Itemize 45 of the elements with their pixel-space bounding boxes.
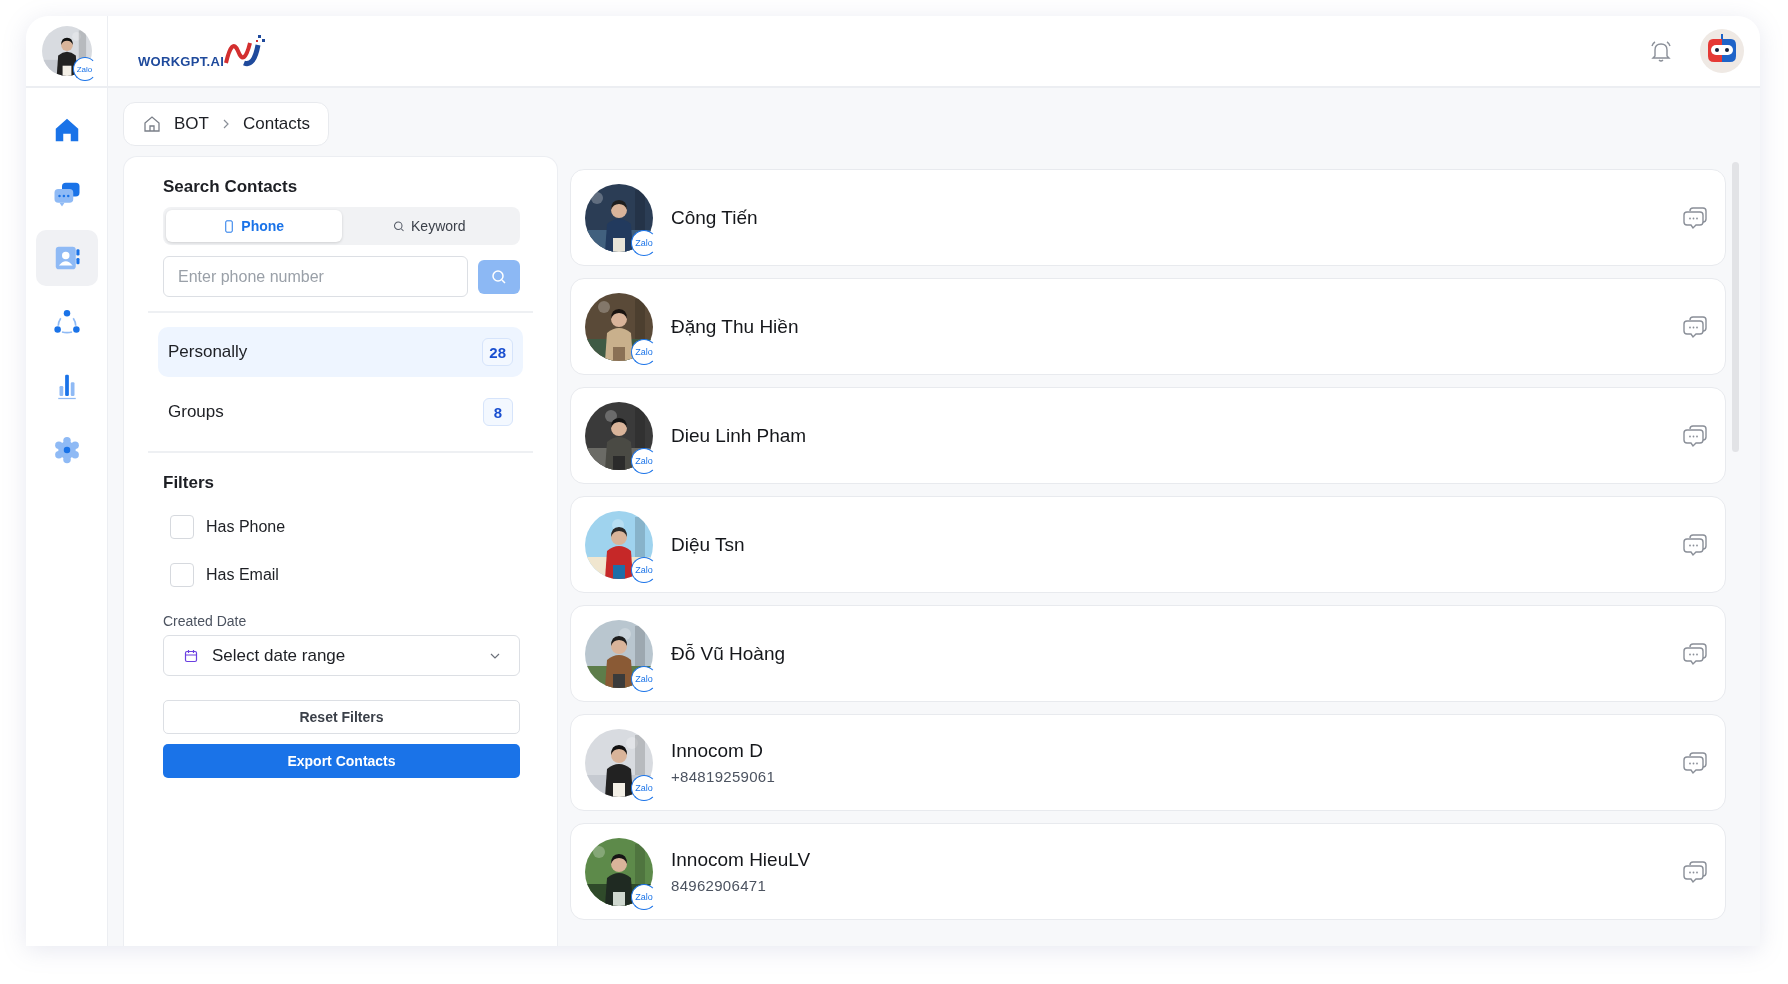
- logo: WORKGPT.AI: [138, 33, 267, 69]
- contact-card[interactable]: Zalo Đỗ Vũ Hoàng: [570, 605, 1726, 702]
- search-icon: [393, 219, 405, 233]
- contact-name: Innocom D: [671, 740, 764, 762]
- search-icon: [491, 269, 507, 285]
- contact-name: Dieu Linh Pham: [671, 424, 808, 447]
- panel-title: Search Contacts: [163, 177, 299, 197]
- contact-card[interactable]: Zalo Diệu Tsn: [570, 496, 1726, 593]
- export-button[interactable]: Export Contacts: [163, 744, 520, 778]
- contact-card[interactable]: Zalo Innocom D +84819259061: [570, 714, 1726, 811]
- date-range-select[interactable]: Select date range: [163, 635, 520, 676]
- checkbox[interactable]: [170, 515, 194, 539]
- contact-card[interactable]: Zalo Dieu Linh Pham: [570, 387, 1726, 484]
- home-icon[interactable]: [142, 114, 162, 134]
- breadcrumb-link[interactable]: Contacts: [242, 114, 311, 134]
- contact-card[interactable]: Zalo Innocom HieuLV 84962906471: [570, 823, 1726, 920]
- contact-phone: 84962906471: [671, 877, 768, 894]
- contact-card[interactable]: Zalo Công Tiến: [570, 169, 1726, 266]
- checkbox-label: Has Phone: [206, 518, 286, 536]
- reset-filters-button[interactable]: Reset Filters: [163, 700, 520, 734]
- robot-avatar-icon[interactable]: [1700, 29, 1744, 73]
- search-tab[interactable]: Keyword: [341, 210, 517, 242]
- contact-name: Công Tiến: [671, 206, 759, 229]
- phone-input[interactable]: Enter phone number: [163, 256, 468, 297]
- breadcrumb-link[interactable]: BOT: [174, 114, 209, 134]
- checkbox-label: Has Email: [206, 566, 279, 584]
- contact-name: Đỗ Vũ Hoàng: [671, 642, 787, 665]
- count-badge: 28: [482, 338, 513, 366]
- phone-icon: [223, 219, 236, 233]
- contact-phone: +84819259061: [671, 768, 777, 785]
- contact-name: Đặng Thu Hiền: [671, 315, 800, 338]
- category-item[interactable]: Personally 28: [158, 327, 523, 377]
- zalo-badge: Zalo: [72, 57, 97, 81]
- search-tab[interactable]: Phone: [166, 210, 342, 242]
- nav-item[interactable]: [35, 230, 98, 286]
- checkbox[interactable]: [170, 563, 194, 587]
- category-item[interactable]: Groups 8: [158, 387, 523, 437]
- count-badge: 8: [483, 398, 513, 426]
- calendar-icon: [184, 648, 198, 663]
- field-label: Created Date: [163, 613, 248, 629]
- contact-card[interactable]: Zalo Đặng Thu Hiền: [570, 278, 1726, 375]
- contact-name: Innocom HieuLV: [671, 849, 812, 871]
- search-button[interactable]: [478, 260, 520, 294]
- section-title: Filters: [163, 473, 216, 493]
- contact-name: Diệu Tsn: [671, 533, 746, 556]
